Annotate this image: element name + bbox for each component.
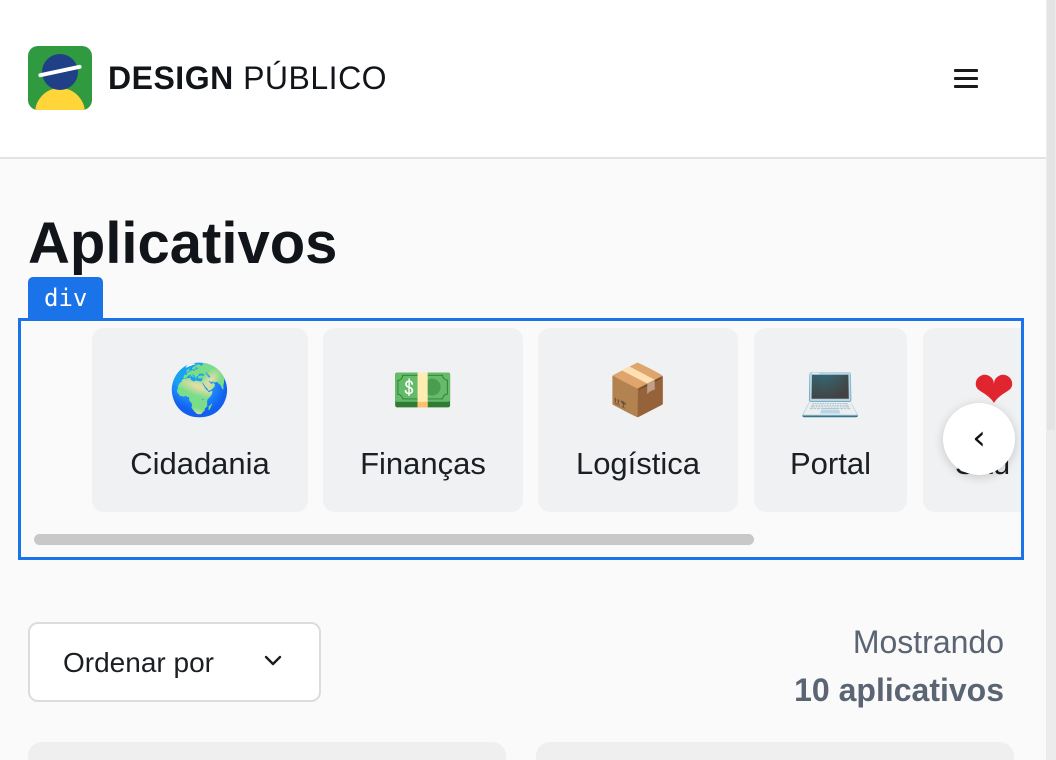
category-label: Cidadania (130, 446, 270, 481)
app-card[interactable] (28, 742, 506, 760)
vertical-scrollbar[interactable] (1046, 0, 1056, 760)
menu-line (954, 85, 978, 88)
inspector-element-tag: div (28, 277, 104, 319)
category-card-financas[interactable]: 💵 Finanças (323, 328, 523, 512)
category-label: Finanças (360, 446, 486, 481)
category-carousel[interactable]: 🌍 Cidadania 💵 Finanças 📦 Logística 💻 Por… (18, 318, 1024, 560)
category-card-portal[interactable]: 💻 Portal (754, 328, 907, 512)
chevron-left-icon: ‹ (972, 418, 986, 458)
brand-name-bold: DESIGN (108, 60, 234, 96)
menu-line (954, 77, 978, 80)
chevron-down-icon (264, 655, 282, 666)
money-icon: 💵 (391, 361, 455, 419)
logo-sun-shape (35, 88, 85, 110)
sort-dropdown[interactable]: Ordenar por (28, 622, 321, 702)
sort-dropdown-label: Ordenar por (63, 647, 214, 678)
hand-truck-boxes-icon: 📦 (606, 361, 670, 419)
results-count: Mostrando 10 aplicativos (794, 618, 1004, 714)
vertical-scrollbar-thumb[interactable] (1047, 0, 1055, 430)
logo-band-shape (38, 64, 82, 78)
brand-name-regular: PÚBLICO (243, 60, 388, 96)
category-card-logistica[interactable]: 📦 Logística (538, 328, 738, 512)
category-cards: 🌍 Cidadania 💵 Finanças 📦 Logística 💻 Por… (21, 321, 1021, 557)
menu-line (954, 69, 978, 72)
laptop-icon: 💻 (799, 361, 862, 419)
carousel-prev-button[interactable]: ‹ (943, 403, 1015, 475)
brand-logo[interactable] (28, 46, 92, 110)
horizontal-scrollbar[interactable] (34, 534, 754, 545)
hamburger-menu-icon[interactable] (951, 66, 981, 90)
results-count-value: 10 aplicativos (794, 672, 1004, 708)
logo-globe-shape (38, 54, 82, 90)
page: DESIGN PÚBLICO Aplicativos div 🌍 Cidadan… (0, 0, 1046, 760)
category-card-cidadania[interactable]: 🌍 Cidadania (92, 328, 308, 512)
globe-icon: 🌍 (168, 361, 232, 419)
page-title: Aplicativos (28, 211, 338, 276)
category-label: Portal (790, 446, 871, 481)
category-label: Logística (575, 446, 701, 481)
results-count-prefix: Mostrando (852, 624, 1004, 660)
site-header: DESIGN PÚBLICO (0, 0, 1046, 159)
brand-name[interactable]: DESIGN PÚBLICO (108, 58, 387, 98)
app-card[interactable] (536, 742, 1014, 760)
